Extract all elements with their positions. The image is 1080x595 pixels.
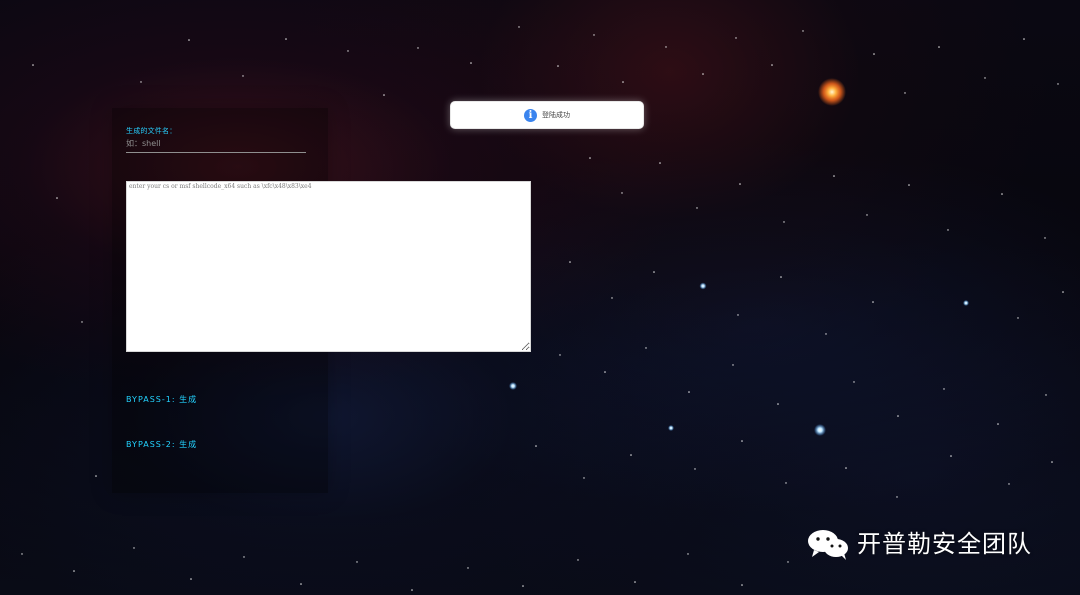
wechat-icon [808,530,848,560]
info-icon: i [524,108,537,122]
bypass-1-generate-link[interactable]: BYPASS-1: 生成 [126,394,197,405]
bypass-2-generate-link[interactable]: BYPASS-2: 生成 [126,439,197,450]
bright-star [699,282,707,290]
toast-message: 登陆成功 [542,110,570,119]
orange-star [818,78,846,106]
bright-star [814,424,826,436]
shellcode-textarea[interactable] [126,181,531,352]
bright-star [963,300,969,306]
bright-star [509,382,517,390]
watermark: 开普勒安全团队 [806,526,1032,562]
filename-input[interactable] [126,135,306,153]
login-success-toast: i 登陆成功 [450,101,644,129]
watermark-text: 开普勒安全团队 [857,530,1032,558]
bright-star [668,425,674,431]
